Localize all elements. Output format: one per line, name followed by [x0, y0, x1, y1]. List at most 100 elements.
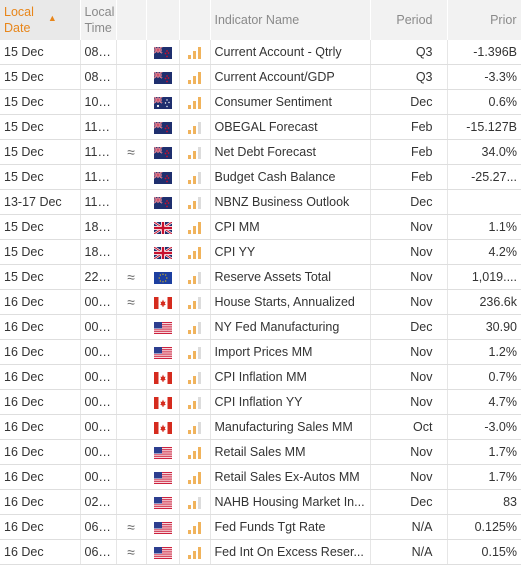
column-header-blank-3 — [179, 0, 211, 40]
table-row[interactable]: 15 Dec 11:00 Budget Cash Balance Feb -25.27.… — [0, 164, 521, 190]
table-row[interactable]: 15 Dec 08:45 Current Account - Qtrly Q3 -1.3… — [0, 40, 521, 65]
row-indicator-name[interactable]: NY Fed Manufacturing — [210, 314, 371, 340]
column-header-indicator[interactable]: Indicator Name — [210, 0, 371, 40]
table-row[interactable]: 16 Dec 00:15 ≈ House Starts, Annualized Nov 2… — [0, 289, 521, 315]
row-time: 00:30 — [80, 414, 117, 440]
row-time: 06:00 — [80, 539, 117, 565]
row-indicator-name[interactable]: Fed Int On Excess Reser... — [210, 539, 371, 565]
row-indicator-name[interactable]: CPI Inflation MM — [210, 364, 371, 390]
row-indicator-name[interactable]: CPI MM — [210, 214, 371, 240]
table-row[interactable]: 16 Dec 02:00 NAHB Housing Market In... Dec 8… — [0, 489, 521, 515]
row-indicator-name[interactable]: Budget Cash Balance — [210, 164, 371, 190]
row-date: 15 Dec — [0, 214, 81, 240]
row-date: 16 Dec — [0, 364, 81, 390]
approx-icon — [116, 189, 147, 215]
importance-bars-icon — [179, 439, 211, 465]
importance-bars-icon — [179, 464, 211, 490]
row-indicator-name[interactable]: NAHB Housing Market In... — [210, 489, 371, 515]
table-row[interactable]: 15 Dec 22:00 ≈ Reserve Assets Total Nov 1,019… — [0, 264, 521, 290]
country-flag-icon — [146, 514, 180, 540]
table-row[interactable]: 13-17 Dec 11:00 NBNZ Business Outlook Dec — [0, 189, 521, 215]
row-date: 16 Dec — [0, 414, 81, 440]
importance-bars-icon — [179, 289, 211, 315]
importance-bars-icon — [179, 514, 211, 540]
table-row[interactable]: 15 Dec 08:45 Current Account/GDP Q3 -3.3% — [0, 64, 521, 90]
country-flag-icon — [146, 239, 180, 265]
row-period: N/A — [370, 514, 448, 540]
table-row[interactable]: 15 Dec 11:00 ≈ Net Debt Forecast Feb 34.0% — [0, 139, 521, 165]
row-date: 13-17 Dec — [0, 189, 81, 215]
row-indicator-name[interactable]: CPI Inflation YY — [210, 389, 371, 415]
row-indicator-name[interactable]: NBNZ Business Outlook — [210, 189, 371, 215]
approx-icon — [116, 239, 147, 265]
row-indicator-name[interactable]: Retail Sales MM — [210, 439, 371, 465]
row-date: 15 Dec — [0, 89, 81, 115]
row-indicator-name[interactable]: OBEGAL Forecast — [210, 114, 371, 140]
country-flag-icon — [146, 314, 180, 340]
row-date: 16 Dec — [0, 464, 81, 490]
country-flag-icon — [146, 289, 180, 315]
row-period: Q3 — [370, 64, 448, 90]
table-row[interactable]: 16 Dec 06:00 ≈ Fed Funds Tgt Rate N/A 0.125% — [0, 514, 521, 540]
table-row[interactable]: 16 Dec 00:30 NY Fed Manufacturing Dec 30.90 — [0, 314, 521, 340]
country-flag-icon — [146, 189, 180, 215]
table-row[interactable]: 16 Dec 00:30 Retail Sales MM Nov 1.7% — [0, 439, 521, 465]
row-indicator-name[interactable]: Current Account - Qtrly — [210, 40, 371, 65]
row-indicator-name[interactable]: CPI YY — [210, 239, 371, 265]
row-time: 00:15 — [80, 289, 117, 315]
row-period: Nov — [370, 389, 448, 415]
table-row[interactable]: 15 Dec 11:00 OBEGAL Forecast Feb -15.127B — [0, 114, 521, 140]
row-indicator-name[interactable]: Net Debt Forecast — [210, 139, 371, 165]
header-row: Local Date ▲ Local Time Indicator Name Pe… — [0, 0, 521, 40]
row-date: 16 Dec — [0, 339, 81, 365]
row-indicator-name[interactable]: House Starts, Annualized — [210, 289, 371, 315]
approx-icon — [116, 489, 147, 515]
table-row[interactable]: 16 Dec 00:30 Import Prices MM Nov 1.2% — [0, 339, 521, 365]
table-row[interactable]: 16 Dec 00:30 Retail Sales Ex-Autos MM Nov 1.… — [0, 464, 521, 490]
importance-bars-icon — [179, 314, 211, 340]
row-date: 15 Dec — [0, 114, 81, 140]
column-header-period[interactable]: Period — [370, 0, 448, 40]
table-row[interactable]: 15 Dec 18:00 CPI MM Nov 1.1% — [0, 214, 521, 240]
row-period: Nov — [370, 214, 448, 240]
table-row[interactable]: 15 Dec 18:00 CPI YY Nov 4.2% — [0, 239, 521, 265]
row-date: 15 Dec — [0, 164, 81, 190]
column-header-local-date[interactable]: Local Date ▲ — [0, 0, 81, 40]
row-date: 15 Dec — [0, 139, 81, 165]
row-date: 15 Dec — [0, 40, 81, 65]
table-row[interactable]: 16 Dec 06:00 ≈ Fed Int On Excess Reser... N/… — [0, 539, 521, 565]
row-prior: 30.90 — [447, 314, 521, 340]
row-prior: -25.27... — [447, 164, 521, 190]
row-prior: 0.125% — [447, 514, 521, 540]
row-time: 00:30 — [80, 389, 117, 415]
column-header-prior[interactable]: Prior — [447, 0, 521, 40]
table-row[interactable]: 16 Dec 00:30 Manufacturing Sales MM Oct -3.0… — [0, 414, 521, 440]
row-indicator-name[interactable]: Consumer Sentiment — [210, 89, 371, 115]
row-date: 16 Dec — [0, 539, 81, 565]
table-row[interactable]: 15 Dec 10:30 Consumer Sentiment Dec 0.6% — [0, 89, 521, 115]
approx-icon: ≈ — [116, 514, 147, 540]
country-flag-icon — [146, 214, 180, 240]
row-indicator-name[interactable]: Current Account/GDP — [210, 64, 371, 90]
approx-icon — [116, 389, 147, 415]
row-date: 16 Dec — [0, 439, 81, 465]
country-flag-icon — [146, 439, 180, 465]
column-header-local-time[interactable]: Local Time — [80, 0, 117, 40]
row-indicator-name[interactable]: Import Prices MM — [210, 339, 371, 365]
row-indicator-name[interactable]: Retail Sales Ex-Autos MM — [210, 464, 371, 490]
table-row[interactable]: 16 Dec 00:30 CPI Inflation MM Nov 0.7% — [0, 364, 521, 390]
approx-icon: ≈ — [116, 289, 147, 315]
table-row[interactable]: 16 Dec 00:30 CPI Inflation YY Nov 4.7% — [0, 389, 521, 415]
country-flag-icon — [146, 164, 180, 190]
row-indicator-name[interactable]: Reserve Assets Total — [210, 264, 371, 290]
country-flag-icon — [146, 139, 180, 165]
row-prior: 1.1% — [447, 214, 521, 240]
country-flag-icon — [146, 339, 180, 365]
approx-icon — [116, 214, 147, 240]
row-indicator-name[interactable]: Manufacturing Sales MM — [210, 414, 371, 440]
approx-icon — [116, 314, 147, 340]
row-period: Nov — [370, 264, 448, 290]
row-indicator-name[interactable]: Fed Funds Tgt Rate — [210, 514, 371, 540]
approx-icon: ≈ — [116, 539, 147, 565]
importance-bars-icon — [179, 89, 211, 115]
